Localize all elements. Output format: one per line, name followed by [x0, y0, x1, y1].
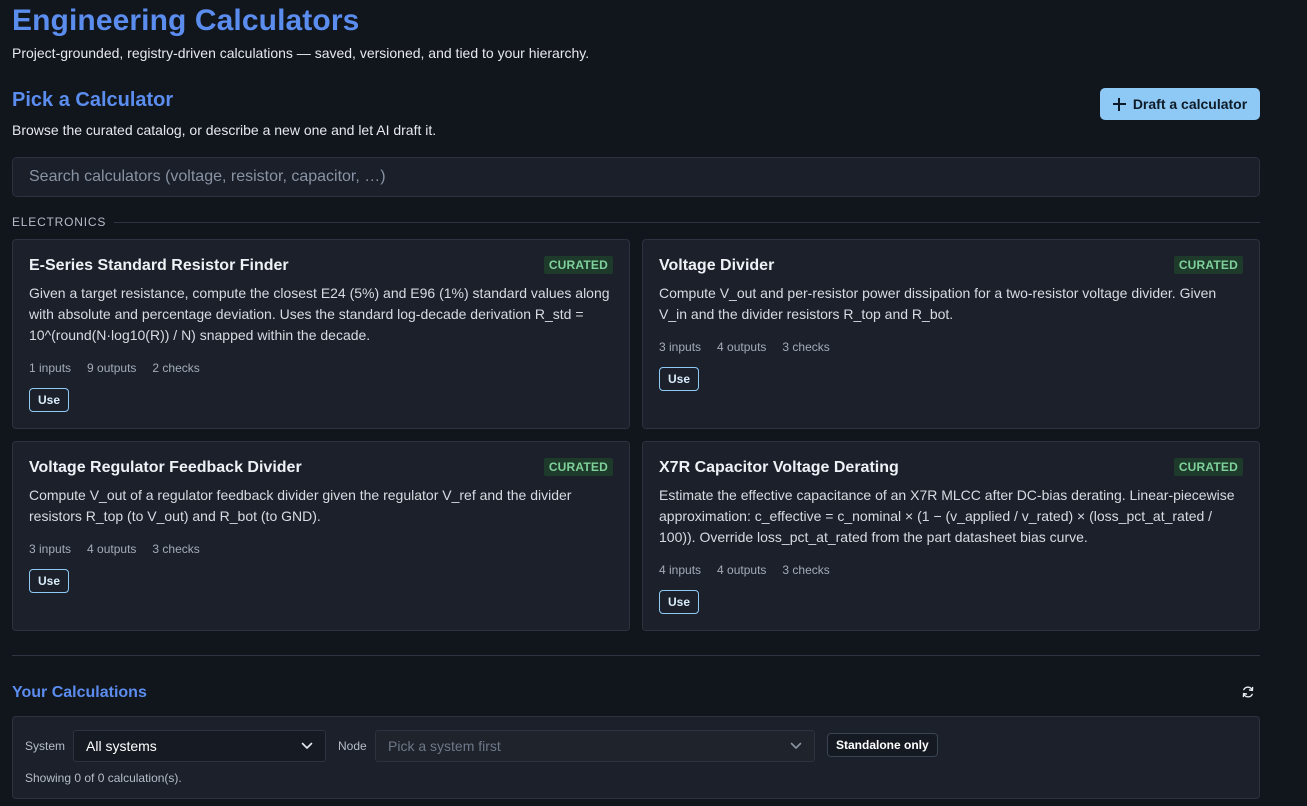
card-description: Estimate the effective capacitance of an…: [659, 487, 1235, 545]
system-select-value: All systems: [86, 738, 157, 754]
chevron-down-icon: [790, 742, 802, 749]
calculator-search-input[interactable]: [12, 157, 1260, 197]
inputs-count: 3 inputs: [29, 542, 72, 556]
checks-count: 2 checks: [152, 361, 200, 375]
outputs-count: 4 outputs: [717, 340, 767, 354]
inputs-count: 3 inputs: [659, 340, 702, 354]
calculator-card-resistor-finder: E-Series Standard Resistor Finder CURATE…: [12, 239, 630, 429]
card-meta: 3 inputs 4 outputs 3 checks: [659, 340, 830, 354]
use-button[interactable]: Use: [659, 367, 700, 391]
use-button[interactable]: Use: [29, 388, 70, 412]
category-label: ELECTRONICS: [12, 215, 107, 229]
use-button[interactable]: Use: [29, 569, 70, 593]
category-divider: [114, 221, 1260, 223]
calculator-card-voltage-divider: Voltage Divider CURATED Compute V_out an…: [642, 239, 1260, 429]
calculations-count-text: Showing 0 of 0 calculation(s).: [25, 771, 182, 785]
card-meta: 3 inputs 4 outputs 3 checks: [29, 542, 200, 556]
inputs-count: 4 inputs: [659, 563, 702, 577]
page-title: Engineering Calculators: [12, 4, 360, 37]
card-description: Given a target resistance, compute the c…: [29, 285, 610, 343]
calculator-card-x7r-derating: X7R Capacitor Voltage Derating CURATED E…: [642, 441, 1260, 631]
checks-count: 3 checks: [152, 542, 200, 556]
draft-calculator-label: Draft a calculator: [1132, 96, 1248, 112]
checks-count: 3 checks: [782, 340, 830, 354]
chevron-down-icon: [301, 742, 313, 749]
picker-subtitle: Browse the curated catalog, or describe …: [12, 122, 437, 138]
card-title: Voltage Regulator Feedback Divider: [29, 459, 302, 476]
plus-icon: [1112, 97, 1126, 111]
card-title: Voltage Divider: [659, 257, 775, 274]
node-select[interactable]: Pick a system first: [375, 730, 815, 762]
category-header: ELECTRONICS: [12, 214, 1260, 230]
curated-badge: CURATED: [1173, 256, 1243, 274]
outputs-count: 4 outputs: [717, 563, 767, 577]
standalone-only-toggle[interactable]: Standalone only: [827, 733, 938, 757]
calculator-card-regulator-feedback: Voltage Regulator Feedback Divider CURAT…: [12, 441, 630, 631]
page-subtitle: Project-grounded, registry-driven calcul…: [12, 45, 590, 61]
section-divider: [12, 655, 1260, 656]
card-meta: 1 inputs 9 outputs 2 checks: [29, 361, 200, 375]
system-select[interactable]: All systems: [73, 730, 326, 762]
card-description: Compute V_out of a regulator feedback di…: [29, 487, 572, 524]
curated-badge: CURATED: [543, 458, 613, 476]
calculations-filter-panel: System All systems Node Pick a system fi…: [12, 716, 1260, 799]
node-select-placeholder: Pick a system first: [388, 738, 501, 754]
outputs-count: 9 outputs: [87, 361, 137, 375]
curated-badge: CURATED: [1173, 458, 1243, 476]
card-title: E-Series Standard Resistor Finder: [29, 257, 289, 274]
card-title: X7R Capacitor Voltage Derating: [659, 459, 899, 476]
outputs-count: 4 outputs: [87, 542, 137, 556]
use-button[interactable]: Use: [659, 590, 700, 614]
checks-count: 3 checks: [782, 563, 830, 577]
system-label: System: [25, 739, 66, 753]
draft-calculator-button[interactable]: Draft a calculator: [1100, 88, 1260, 120]
inputs-count: 1 inputs: [29, 361, 72, 375]
picker-title: Pick a Calculator: [12, 89, 174, 111]
refresh-icon[interactable]: [1241, 685, 1255, 699]
calculations-title: Your Calculations: [12, 684, 147, 701]
curated-badge: CURATED: [543, 256, 613, 274]
node-label: Node: [338, 739, 367, 753]
card-description: Compute V_out and per-resistor power dis…: [659, 285, 1217, 322]
card-meta: 4 inputs 4 outputs 3 checks: [659, 563, 830, 577]
